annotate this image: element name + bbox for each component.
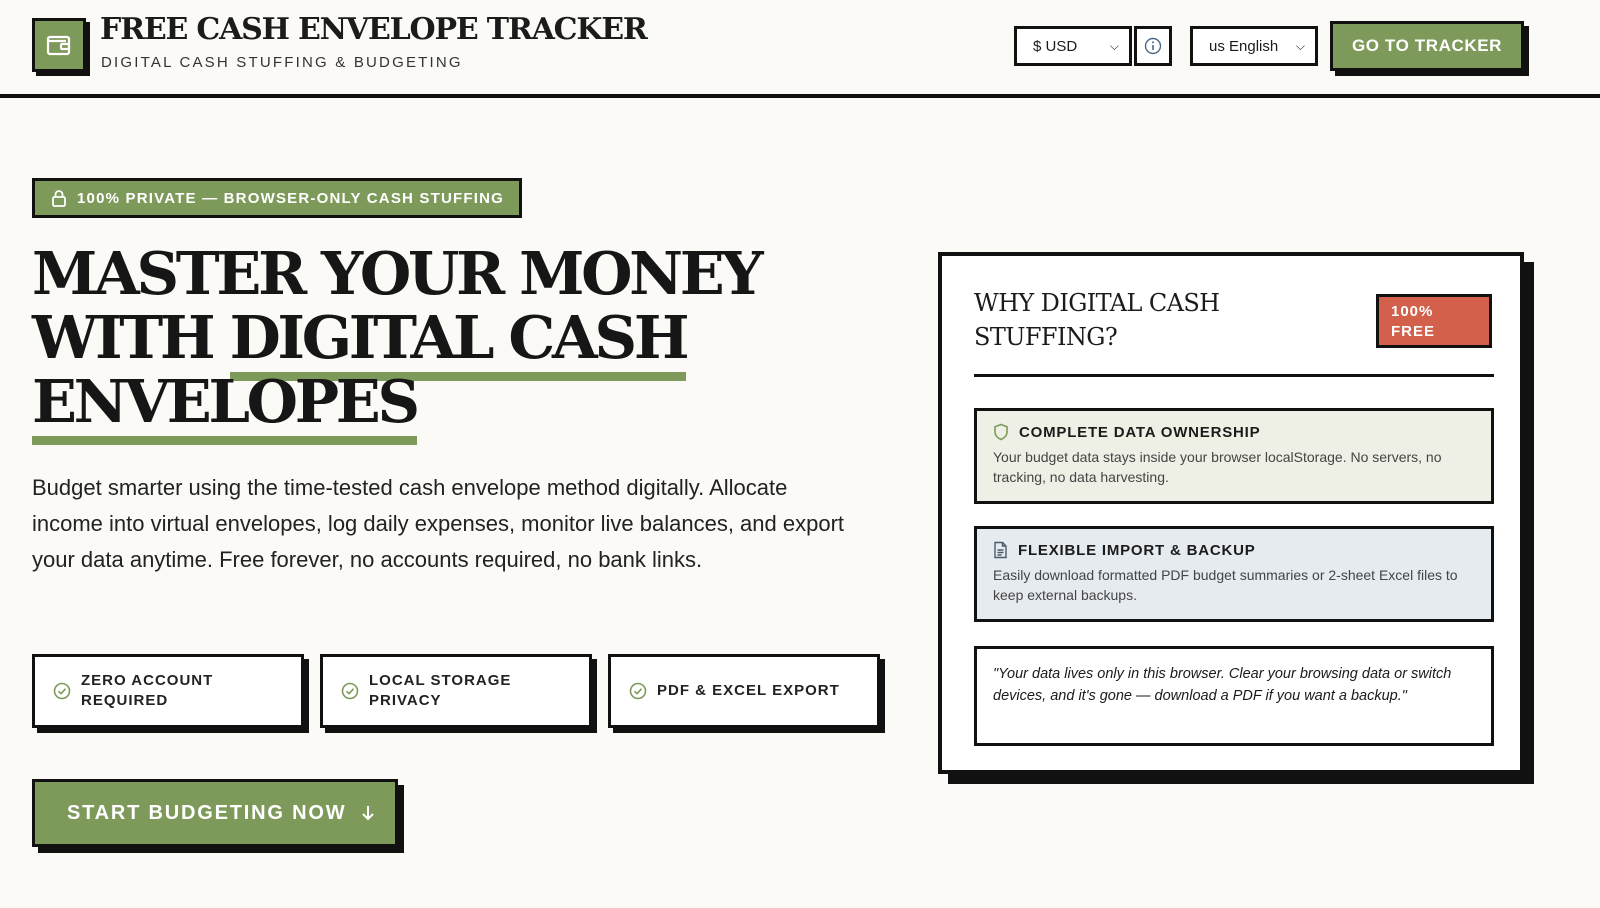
currency-select[interactable]: $ USD ⌵ [1014, 26, 1132, 66]
headline-line-1: MASTER YOUR MONEY [32, 239, 764, 308]
card-divider [974, 374, 1494, 377]
start-budgeting-label: START BUDGETING NOW [67, 801, 347, 824]
hero-description: Budget smarter using the time-tested cas… [32, 475, 845, 572]
site-subtitle: DIGITAL CASH STUFFING & BUDGETING [101, 54, 463, 71]
backup-warning-quote: "Your data lives only in this browser. C… [974, 646, 1494, 746]
chevron-down-icon: ⌵ [1109, 38, 1119, 53]
panel-title: COMPLETE DATA OWNERSHIP [1019, 423, 1261, 441]
site-title[interactable]: FREE CASH ENVELOPE TRACKER [100, 12, 648, 47]
feature-zero-account: ZERO ACCOUNT REQUIRED [32, 654, 304, 728]
headline-line-2: WITH DIGITAL CASH [32, 303, 852, 381]
panel-data-ownership: COMPLETE DATA OWNERSHIP Your budget data… [974, 408, 1494, 504]
panel-import-backup: FLEXIBLE IMPORT & BACKUP Easily download… [974, 526, 1494, 622]
feature-label: PDF & EXCEL EXPORT [657, 682, 840, 699]
document-icon [994, 541, 1007, 559]
feature-local-storage: LOCAL STORAGE PRIVACY [320, 654, 592, 728]
headline-emphasis: ENVELOPES [32, 367, 420, 445]
lock-icon [52, 190, 66, 207]
info-button[interactable] [1134, 26, 1172, 66]
why-card: WHY DIGITAL CASH STUFFING? 100% FREE COM… [938, 252, 1524, 774]
check-circle-icon [341, 682, 359, 700]
panel-title: FLEXIBLE IMPORT & BACKUP [1018, 541, 1256, 559]
start-budgeting-button[interactable]: START BUDGETING NOW [32, 779, 398, 847]
feature-pdf-excel: PDF & EXCEL EXPORT [608, 654, 880, 728]
chevron-down-icon: ⌵ [1295, 38, 1305, 53]
currency-select-value: $ USD [1033, 37, 1078, 55]
feature-label: LOCAL STORAGE PRIVACY [368, 672, 512, 709]
hero-headline: MASTER YOUR MONEY WITH DIGITAL CASH ENVE… [32, 239, 852, 445]
go-to-tracker-button[interactable]: GO TO TRACKER [1330, 21, 1524, 71]
language-select[interactable]: us English ⌵ [1190, 26, 1318, 66]
panel-body: Easily download formatted PDF budget sum… [993, 567, 1458, 603]
arrow-down-icon [362, 806, 375, 821]
language-select-value: us English [1209, 37, 1279, 55]
panel-title-row: COMPLETE DATA OWNERSHIP [993, 423, 1475, 441]
free-badge: 100% FREE [1376, 294, 1492, 348]
info-icon [1144, 37, 1162, 55]
privacy-badge-label: 100% PRIVATE — BROWSER-ONLY CASH STUFFIN… [77, 189, 505, 207]
panel-title-row: FLEXIBLE IMPORT & BACKUP [993, 541, 1475, 559]
panel-body: Your budget data stays inside your brows… [993, 449, 1442, 485]
check-circle-icon [629, 682, 647, 700]
privacy-badge: 100% PRIVATE — BROWSER-ONLY CASH STUFFIN… [32, 178, 522, 218]
feature-label: ZERO ACCOUNT REQUIRED [81, 672, 214, 709]
check-circle-icon [53, 682, 71, 700]
card-title: WHY DIGITAL CASH STUFFING? [974, 289, 1220, 351]
shield-icon [994, 423, 1008, 441]
headline-plain: WITH [32, 303, 230, 372]
wallet-logo-icon[interactable] [32, 18, 86, 72]
site-header: FREE CASH ENVELOPE TRACKER DIGITAL CASH … [0, 0, 1600, 98]
